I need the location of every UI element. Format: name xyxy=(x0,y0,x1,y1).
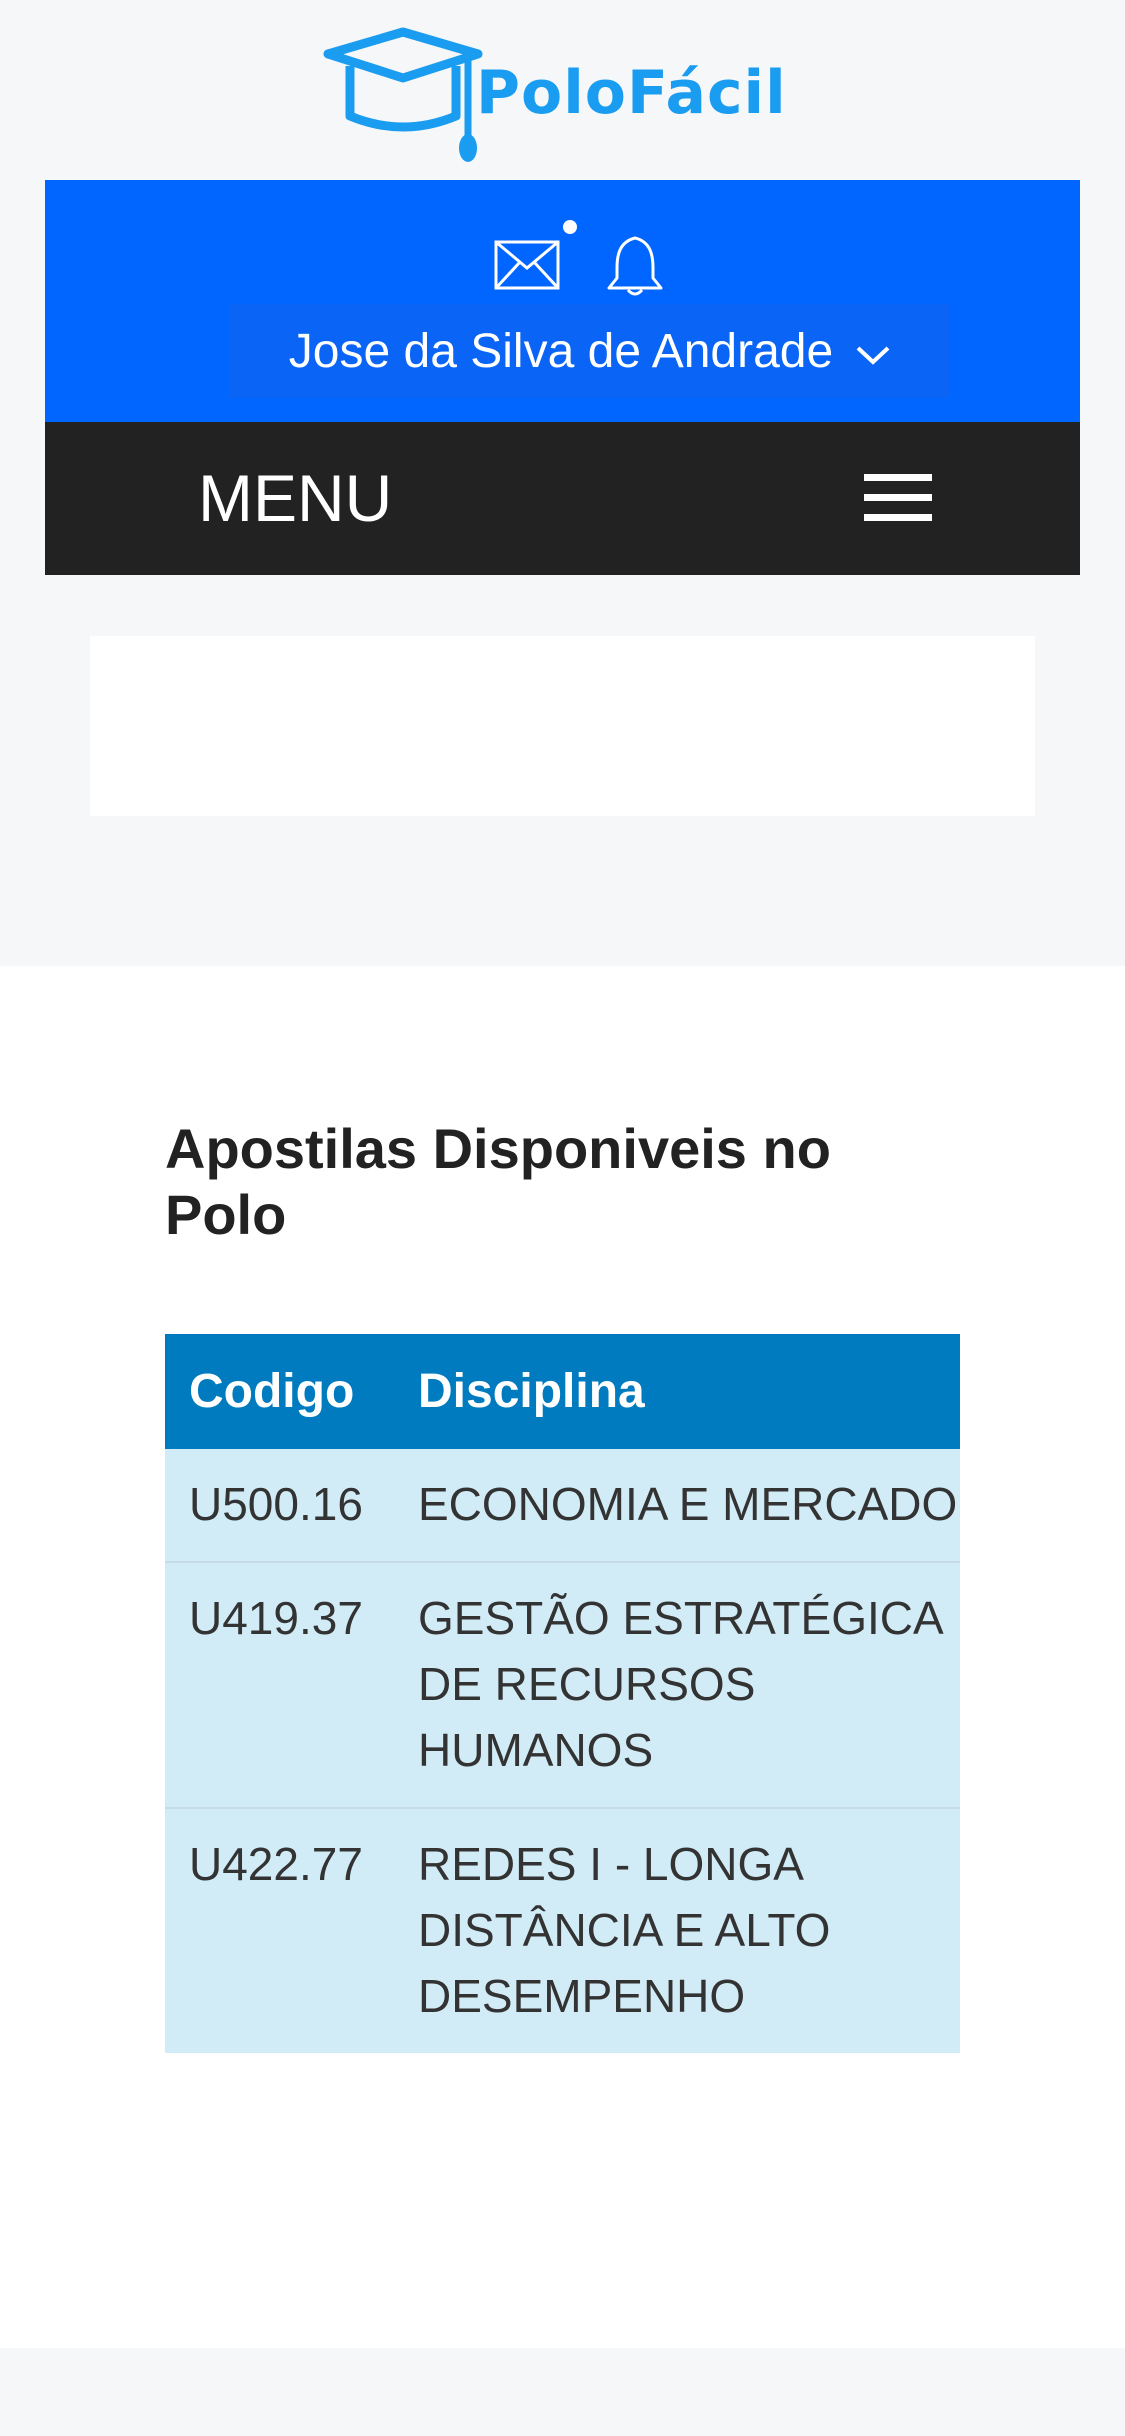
table-row: U422.77 REDES I - LONGA DISTÂNCIA E ALTO… xyxy=(165,1807,960,2053)
graduation-cap-icon xyxy=(323,27,483,162)
cell-disciplina: GESTÃO ESTRATÉGICA DE RECURSOS HUMANOS xyxy=(394,1561,960,1808)
cell-codigo: U419.37 xyxy=(165,1561,394,1808)
apostilas-table: Codigo Disciplina U500.16 ECONOMIA E MER… xyxy=(165,1334,960,2053)
unread-dot xyxy=(563,220,577,234)
user-header-bar: Jose da Silva de Andrade xyxy=(45,180,1080,422)
cell-codigo: U500.16 xyxy=(165,1449,394,1562)
hamburger-menu-icon[interactable] xyxy=(864,474,932,528)
cell-disciplina: ECONOMIA E MERCADO xyxy=(394,1449,960,1562)
brand-name: PoloFácil xyxy=(476,58,787,128)
page-title: Apostilas Disponiveis no Polo xyxy=(165,1117,831,1246)
table-row: U419.37 GESTÃO ESTRATÉGICA DE RECURSOS H… xyxy=(165,1561,960,1808)
table-header-row: Codigo Disciplina xyxy=(165,1334,960,1449)
logo-row: PoloFácil xyxy=(0,0,1125,180)
user-name: Jose da Silva de Andrade xyxy=(288,324,834,378)
bell-icon[interactable] xyxy=(605,234,665,298)
cell-codigo: U422.77 xyxy=(165,1807,394,2053)
column-header-codigo: Codigo xyxy=(165,1334,394,1449)
table-row: U500.16 ECONOMIA E MERCADO xyxy=(165,1449,960,1562)
mail-icon[interactable] xyxy=(494,240,560,290)
menu-label[interactable]: MENU xyxy=(198,460,392,536)
user-menu-dropdown[interactable]: Jose da Silva de Andrade xyxy=(230,304,950,398)
main-navbar: MENU xyxy=(45,422,1080,575)
main-content: Apostilas Disponiveis no Polo Codigo Dis… xyxy=(0,966,1125,2348)
column-header-disciplina: Disciplina xyxy=(394,1334,960,1449)
chevron-down-icon xyxy=(856,346,890,365)
content-placeholder-panel xyxy=(90,636,1035,816)
brand-logo[interactable]: PoloFácil xyxy=(318,26,808,166)
cell-disciplina: REDES I - LONGA DISTÂNCIA E ALTO DESEMPE… xyxy=(394,1807,960,2053)
